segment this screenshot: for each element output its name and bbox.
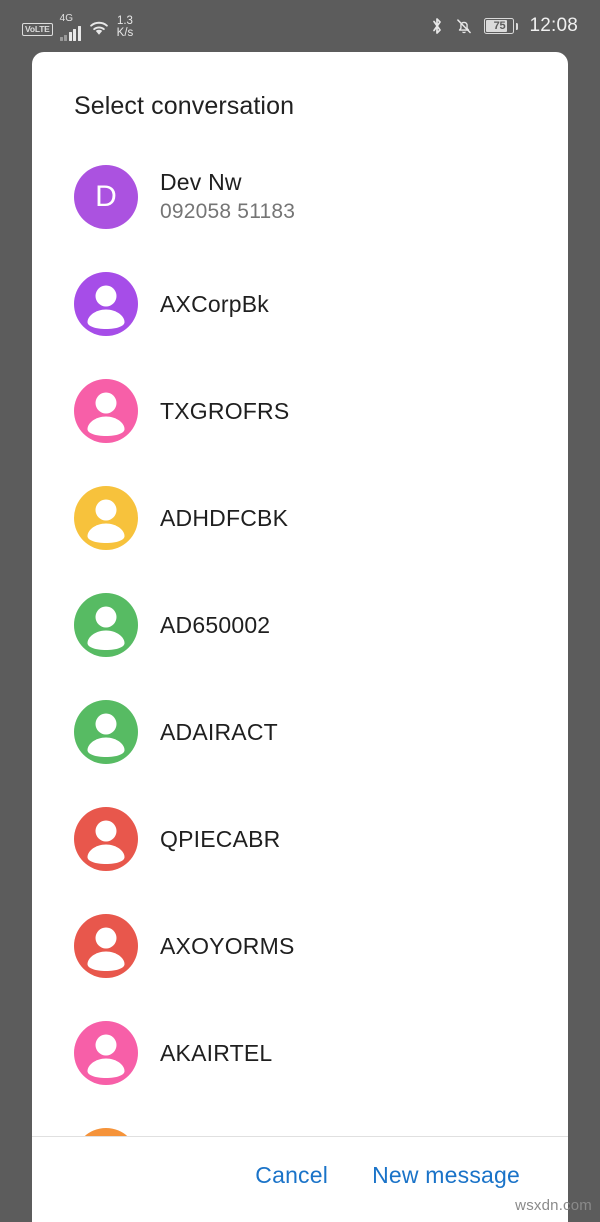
avatar-person-icon	[74, 485, 138, 550]
avatar-person-icon	[74, 378, 138, 443]
conversation-name: AXOYORMS	[160, 932, 295, 959]
avatar-person-icon	[74, 1020, 138, 1085]
conversation-list-item[interactable]: AKAIRTEL	[32, 999, 568, 1106]
status-bar-left: VoLTE 4G 1.3 K/s	[22, 11, 133, 41]
network-speed-indicator: 1.3 K/s	[117, 15, 134, 39]
conversation-text: ADHDFCBK	[160, 505, 288, 531]
network-type-label: 4G	[59, 13, 73, 24]
conversation-text: AKAIRTEL	[160, 1040, 272, 1066]
wifi-icon	[88, 19, 110, 37]
avatar-person-icon	[74, 913, 138, 978]
avatar-initial: D	[74, 164, 138, 229]
person-icon	[74, 1128, 138, 1137]
conversation-text: Dev Nw 092058 51183	[160, 169, 295, 224]
conversation-name: ADHDFCBK	[160, 504, 289, 531]
avatar-initial-label: D	[95, 179, 117, 213]
dialog-title: Select conversation	[74, 92, 295, 120]
person-icon	[87, 820, 125, 864]
avatar-person-icon	[74, 699, 138, 764]
conversation-list-item[interactable]: AXOYORMS	[32, 892, 568, 999]
avatar-person-icon	[74, 1127, 138, 1137]
status-bar-right: 75 12:08	[430, 15, 578, 37]
conversation-name: ADAIRACT	[160, 718, 278, 745]
bell-muted-icon	[455, 16, 473, 36]
person-icon	[87, 927, 125, 971]
conversation-name: AD650002	[160, 611, 271, 638]
conversation-name: TXGROFRS	[160, 397, 290, 424]
conversation-text: TXGROFRS	[160, 398, 289, 424]
conversation-list-item[interactable]	[32, 1106, 568, 1136]
conversation-name: QPIECABR	[160, 825, 281, 852]
phone-screen: VoLTE 4G 1.3 K/s 75 12:08 Select convers…	[0, 0, 600, 1222]
conversation-list-item[interactable]: TXGROFRS	[32, 357, 568, 464]
new-message-button[interactable]: New message	[370, 1156, 522, 1195]
avatar-person-icon	[74, 271, 138, 336]
conversation-text: ADAIRACT	[160, 719, 278, 745]
conversation-name: Dev Nw	[160, 169, 242, 195]
cancel-button[interactable]: Cancel	[253, 1156, 330, 1195]
signal-bars	[59, 26, 81, 41]
conversation-list-item[interactable]: QPIECABR	[32, 785, 568, 892]
conversation-text: QPIECABR	[160, 826, 280, 852]
conversation-phone-number: 092058 51183	[160, 200, 296, 223]
person-icon	[87, 499, 125, 543]
network-speed-unit: K/s	[116, 27, 134, 39]
person-icon	[87, 285, 125, 329]
conversation-list-item[interactable]: ADAIRACT	[32, 678, 568, 785]
conversation-list-item[interactable]: D Dev Nw 092058 51183	[32, 143, 568, 250]
conversation-text: AXCorpBk	[160, 291, 269, 317]
conversation-list-item[interactable]: AD650002	[32, 571, 568, 678]
conversation-name: AKAIRTEL	[160, 1039, 273, 1066]
person-icon	[87, 1034, 125, 1078]
conversation-list-item[interactable]: AXCorpBk	[32, 250, 568, 357]
conversation-list[interactable]: D Dev Nw 092058 51183 AXCorpBk TXGROFRS ADHDF…	[32, 143, 568, 1136]
clock-label: 12:08	[529, 15, 578, 36]
avatar-person-icon	[74, 806, 138, 871]
person-icon	[87, 713, 125, 757]
person-icon	[87, 606, 125, 650]
conversation-text: AD650002	[160, 612, 270, 638]
dialog-actions: Cancel New message	[32, 1137, 568, 1222]
person-icon	[87, 392, 125, 436]
select-conversation-dialog: Select conversation D Dev Nw 092058 51183 A…	[32, 52, 568, 1222]
battery-icon: 75	[484, 18, 519, 34]
battery-level-label: 75	[493, 20, 506, 32]
conversation-name: AXCorpBk	[160, 290, 269, 317]
conversation-list-item[interactable]: ADHDFCBK	[32, 464, 568, 571]
conversation-text: AXOYORMS	[160, 933, 295, 959]
status-bar: VoLTE 4G 1.3 K/s 75 12:08	[0, 0, 600, 52]
cellular-signal-icon: 4G	[59, 13, 81, 41]
avatar-person-icon	[74, 592, 138, 657]
network-speed-value: 1.3	[116, 15, 133, 27]
volte-icon: VoLTE	[22, 23, 53, 36]
watermark-label: wsxdn.com	[515, 1197, 592, 1214]
bluetooth-icon	[430, 16, 444, 36]
